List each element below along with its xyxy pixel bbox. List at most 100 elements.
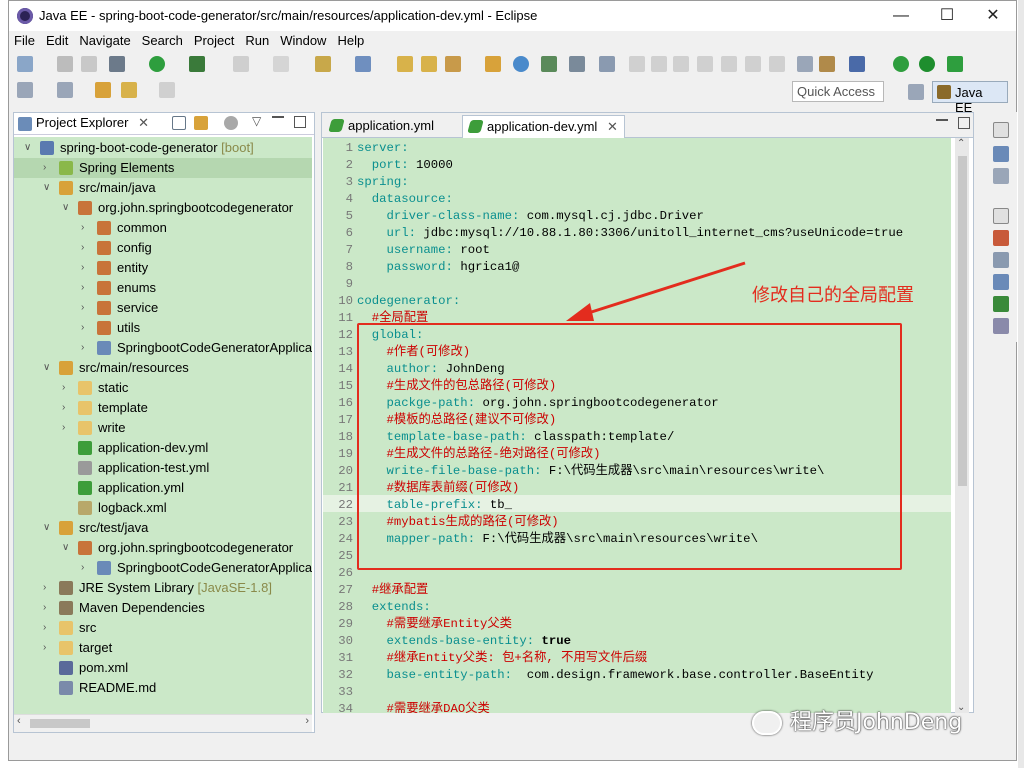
tree-item[interactable]: › static [14,378,312,398]
tree-item[interactable]: application-dev.yml [14,438,312,458]
chevron-right-icon[interactable]: › [43,158,53,178]
menu-search[interactable]: Search [137,31,189,48]
terminal-icon[interactable] [569,56,585,72]
power-icon[interactable] [919,56,935,72]
tree-item[interactable]: ∨ src/main/resources [14,358,312,378]
tree-item[interactable]: › src [14,618,312,638]
horizontal-scrollbar[interactable]: ‹ › [14,714,312,732]
tree-item[interactable]: application-test.yml [14,458,312,478]
menu-help[interactable]: Help [332,31,370,48]
menu-navigate[interactable]: Navigate [74,31,136,48]
maximize-editor-icon[interactable] [958,117,970,129]
step-over-icon[interactable] [745,56,761,72]
save-all-icon[interactable] [81,56,97,72]
tree-item[interactable]: › SpringbootCodeGeneratorApplica [14,558,312,578]
chevron-right-icon[interactable]: › [43,598,53,618]
new-server-icon[interactable] [315,56,331,72]
annotation-icon[interactable] [17,82,33,98]
minimize-icon[interactable]: — [878,1,924,31]
build-icon[interactable] [445,56,461,72]
tab-application-yml[interactable]: application.yml [324,115,440,138]
menu-run[interactable]: Run [240,31,275,48]
tree-item[interactable]: › write [14,418,312,438]
tree-item[interactable]: › Maven Dependencies [14,598,312,618]
tree-item[interactable]: ∨ spring-boot-code-generator [boot] [14,138,312,158]
coverage-icon[interactable] [189,56,205,72]
chevron-right-icon[interactable]: › [81,298,91,318]
menu-file[interactable]: File [9,31,41,48]
markers-icon[interactable] [993,230,1009,246]
disconnect-icon[interactable] [697,56,713,72]
tree-item[interactable]: ∨ src/test/java [14,518,312,538]
outline-icon[interactable] [993,146,1009,162]
server-icon[interactable] [273,56,289,72]
tree-item[interactable]: › Spring Elements [14,158,312,178]
perspective-java-ee-button[interactable]: Java EE [932,81,1008,115]
tree-item[interactable]: › template [14,398,312,418]
close-tab-icon[interactable]: ✕ [607,119,618,134]
green-server-icon[interactable] [893,56,909,72]
tree-item[interactable]: › enums [14,278,312,298]
scrollbar-thumb[interactable] [30,719,90,728]
link-with-editor-icon[interactable] [194,116,208,130]
resume-icon[interactable] [629,56,645,72]
quick-access-input[interactable]: Quick Access [792,81,884,102]
spring-icon[interactable] [947,56,963,72]
chevron-down-icon[interactable]: ∨ [43,358,53,378]
drop-frame-icon[interactable] [797,56,813,72]
tree-item[interactable]: › entity [14,258,312,278]
tree-item[interactable]: › JRE System Library [JavaSE-1.8] [14,578,312,598]
scroll-right-icon[interactable]: › [305,715,309,727]
tab-application-dev-yml[interactable]: application-dev.yml ✕ [462,115,625,138]
chevron-right-icon[interactable]: › [81,318,91,338]
tree-item[interactable]: › SpringbootCodeGeneratorApplica [14,338,312,358]
open-perspective-icon[interactable] [905,81,927,103]
menu-window[interactable]: Window [275,31,332,48]
maximize-icon[interactable]: ☐ [924,1,970,31]
data-source-icon[interactable] [993,296,1009,312]
chevron-right-icon[interactable]: › [81,338,91,358]
scroll-up-icon[interactable]: ⌃ [957,138,965,149]
step-return-icon[interactable] [769,56,785,72]
globe-icon[interactable] [513,56,529,72]
tree-item[interactable]: pom.xml [14,658,312,678]
terminate-icon[interactable] [673,56,689,72]
back-icon[interactable] [121,82,137,98]
forward-icon[interactable] [159,82,175,98]
chevron-down-icon[interactable]: ∨ [43,518,53,538]
pin-icon[interactable] [599,56,615,72]
chevron-right-icon[interactable]: › [43,638,53,658]
tree-item[interactable]: › config [14,238,312,258]
new-class-icon[interactable] [355,56,371,72]
suspend-icon[interactable] [651,56,667,72]
vertical-scrollbar[interactable]: ⌃ ⌄ [955,138,969,713]
tree-item[interactable]: README.md [14,678,312,698]
open-folder-icon[interactable] [421,56,437,72]
chevron-down-icon[interactable]: ∨ [62,538,72,558]
filters-icon[interactable] [224,116,238,130]
properties-icon[interactable] [993,252,1009,268]
tree-item[interactable]: › utils [14,318,312,338]
chevron-down-icon[interactable]: ∨ [43,178,53,198]
chevron-down-icon[interactable]: ∨ [62,198,72,218]
chevron-right-icon[interactable]: › [62,398,72,418]
tree-item[interactable]: › common [14,218,312,238]
minimize-editor-icon[interactable] [936,119,948,131]
chevron-right-icon[interactable]: › [43,618,53,638]
tree-item[interactable]: ∨ org.john.springbootcodegenerator [14,198,312,218]
close-icon[interactable]: ✕ [970,1,1016,31]
chevron-right-icon[interactable]: › [81,238,91,258]
use-step-filters-icon[interactable] [819,56,835,72]
chevron-down-icon[interactable]: ∨ [24,138,34,158]
servers-icon[interactable] [993,274,1009,290]
open-type-icon[interactable] [397,56,413,72]
minimize-view-icon[interactable] [272,116,284,128]
step-into-icon[interactable] [721,56,737,72]
scroll-left-icon[interactable]: ‹ [17,715,21,727]
snippets-icon[interactable] [993,318,1009,334]
last-edit-icon[interactable] [95,82,111,98]
tree-item[interactable]: › service [14,298,312,318]
chevron-right-icon[interactable]: › [81,258,91,278]
save-icon[interactable] [57,56,73,72]
chevron-right-icon[interactable]: › [81,278,91,298]
